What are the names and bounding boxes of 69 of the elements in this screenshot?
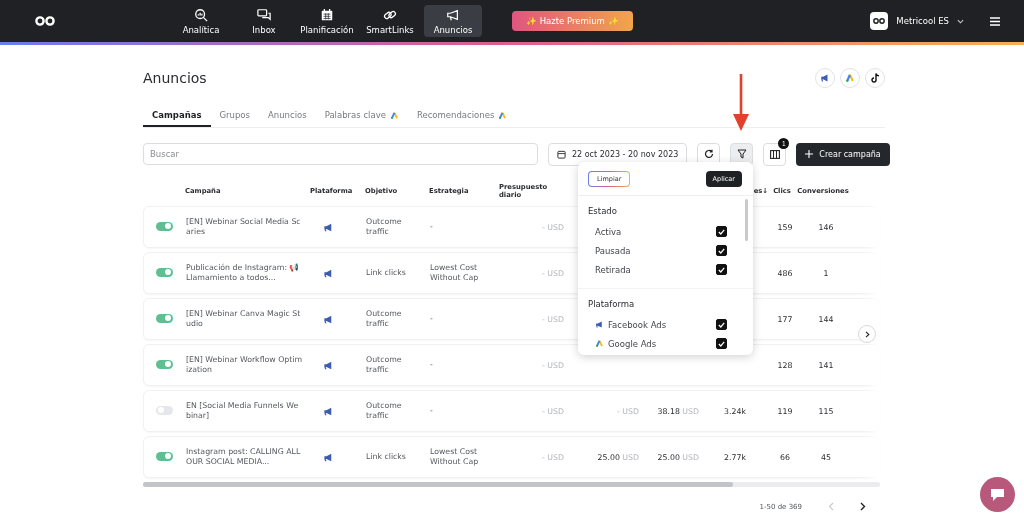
megaphone-icon [323,451,334,463]
google-ads-icon [595,339,604,348]
status-toggle[interactable] [156,451,173,461]
section-title: Estado [588,206,618,216]
check-icon [718,321,725,328]
status-toggle[interactable] [156,359,173,369]
calendar-icon [557,149,566,159]
tiktok-button[interactable] [865,68,885,88]
nav-tab[interactable]: Anuncios [424,5,482,37]
check-icon [718,266,725,273]
checkbox[interactable] [716,319,727,330]
section-title: Plataforma [588,299,636,309]
megaphone-icon [595,320,604,329]
chevron-down-icon[interactable] [957,18,964,24]
status-toggle[interactable] [156,313,173,323]
megaphone-icon [323,313,334,325]
status-toggle[interactable] [156,267,173,277]
scrollbar-thumb[interactable] [143,482,733,487]
pointer-arrow [733,74,749,131]
search-field[interactable]: Buscar [143,143,538,165]
account-name[interactable]: Metricool ES [896,16,949,26]
checkbox[interactable] [716,338,727,349]
check-icon [718,340,725,347]
facebook-ads-button[interactable] [815,68,835,88]
create-campaign-button[interactable]: Crear campaña [796,142,890,166]
checkbox[interactable] [716,264,727,275]
menu-icon[interactable] [990,16,1000,26]
status-toggle[interactable] [156,405,173,415]
next-page-icon[interactable] [860,502,866,511]
chat-button[interactable] [980,477,1015,512]
page-title: Anuncios [143,70,207,86]
nav-tab[interactable]: SmartLinks [361,5,419,37]
calendar-icon [320,7,334,22]
nav-tab[interactable]: Analítica [172,5,230,37]
filter-icon [736,149,747,159]
logo-icon[interactable] [35,16,55,26]
megaphone-icon [323,359,334,371]
google-ads-button[interactable] [840,68,860,88]
tab[interactable]: Anuncios [259,106,316,127]
filter-option[interactable]: Retirada [595,264,631,275]
account-logo-icon [873,18,886,24]
megaphone-icon [820,73,830,83]
checkbox[interactable] [716,245,727,256]
filter-option[interactable]: Facebook Ads [608,319,667,330]
nav-tab[interactable]: Planificación [298,5,356,37]
magnifier-icon [194,7,208,22]
megaphone-icon [323,267,334,279]
megaphone-icon [323,405,334,417]
tab[interactable]: Recomendaciones [407,106,517,127]
chevron-right-icon [864,330,870,338]
chat-bubble-icon [990,487,1005,502]
nav-tab[interactable]: Inbox [235,5,293,37]
google-ads-icon [845,73,855,83]
filter-option[interactable]: Activa [595,226,622,237]
tab[interactable]: Campañas [143,106,211,127]
check-icon [718,247,725,254]
scrollbar-thumb[interactable] [745,199,748,241]
columns-icon [769,149,780,159]
tab[interactable]: Palabras clave [315,106,408,127]
megaphone-icon [323,221,334,233]
status-toggle[interactable] [156,221,173,231]
refresh-icon [703,149,714,159]
checkbox[interactable] [716,226,727,237]
chat-bubbles-icon [257,7,271,22]
tab[interactable]: Grupos [210,106,259,127]
note-icon [870,73,880,83]
plus-icon [805,150,814,158]
megaphone-icon [446,7,460,22]
check-icon [718,228,725,235]
